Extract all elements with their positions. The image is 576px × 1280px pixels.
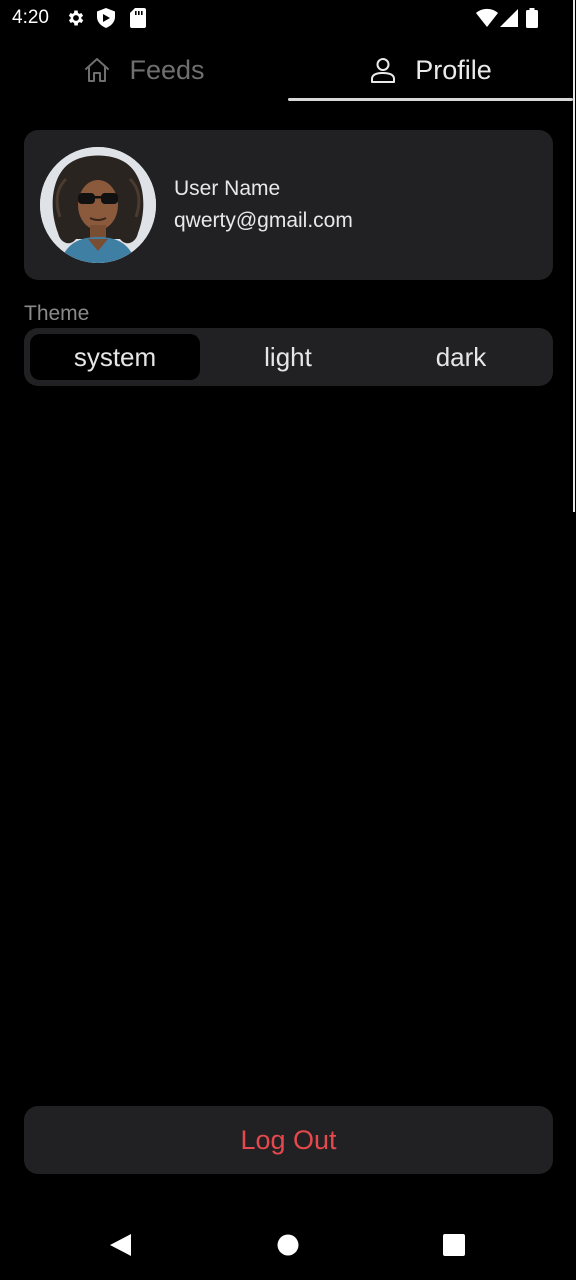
person-icon xyxy=(369,56,397,84)
theme-option-dark[interactable]: dark xyxy=(376,334,546,380)
theme-option-system[interactable]: system xyxy=(30,334,200,380)
signal-icon xyxy=(500,8,518,33)
tab-bar: Feeds Profile xyxy=(0,40,576,104)
tab-feeds[interactable]: Feeds xyxy=(0,40,288,100)
system-nav-bar xyxy=(0,1210,576,1280)
avatar xyxy=(40,147,156,263)
home-icon xyxy=(83,56,111,84)
theme-option-light[interactable]: light xyxy=(203,334,373,380)
theme-label: Theme xyxy=(24,302,90,325)
tab-indicator xyxy=(288,98,573,101)
user-email: qwerty@gmail.com xyxy=(174,209,353,232)
recents-icon[interactable] xyxy=(443,1234,465,1256)
tab-feeds-label: Feeds xyxy=(129,54,205,85)
back-icon[interactable] xyxy=(110,1234,132,1256)
scroll-indicator xyxy=(573,0,575,512)
home-circle-icon[interactable] xyxy=(277,1234,299,1256)
tab-profile[interactable]: Profile xyxy=(288,40,573,100)
tab-profile-label: Profile xyxy=(415,54,492,85)
gear-icon xyxy=(66,8,86,33)
status-time: 4:20 xyxy=(12,7,49,28)
shield-icon xyxy=(97,8,115,33)
wifi-icon xyxy=(476,8,498,33)
user-name: User Name xyxy=(174,177,281,200)
logout-button[interactable]: Log Out xyxy=(24,1106,553,1174)
status-bar: 4:20 xyxy=(0,0,576,36)
profile-card: User Name qwerty@gmail.com xyxy=(24,130,553,280)
theme-segmented-control: system light dark xyxy=(24,328,553,386)
sd-card-icon xyxy=(130,8,146,33)
battery-icon xyxy=(526,8,538,33)
